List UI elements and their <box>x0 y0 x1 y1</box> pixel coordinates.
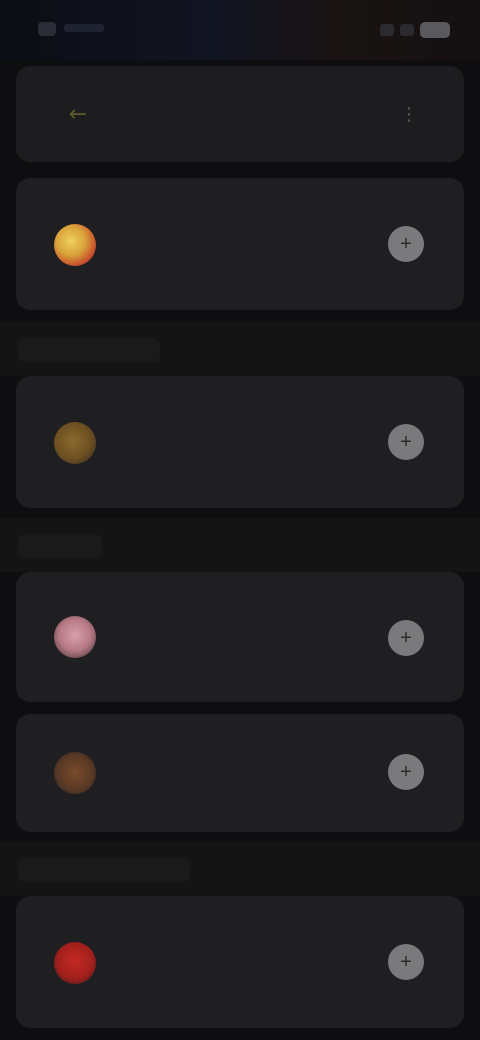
list-item[interactable]: + <box>16 714 464 832</box>
app-icon-brown <box>54 422 96 464</box>
add-button[interactable]: + <box>388 226 424 262</box>
add-button[interactable]: + <box>388 944 424 980</box>
section-header <box>18 534 102 558</box>
list-item[interactable]: + <box>16 572 464 702</box>
battery-icon <box>420 22 450 38</box>
app-icon-yellow-orange <box>54 224 96 266</box>
app-icon-pink <box>54 616 96 658</box>
more-options-icon[interactable]: ⋮ <box>398 104 420 126</box>
status-bar <box>0 0 480 60</box>
add-button[interactable]: + <box>388 424 424 460</box>
status-right-icons <box>380 22 450 38</box>
list-item[interactable]: + <box>16 376 464 508</box>
app-icon-red <box>54 942 96 984</box>
add-button[interactable]: + <box>388 754 424 790</box>
section-header <box>18 858 190 882</box>
section-header <box>18 338 160 362</box>
signal-icon <box>380 24 394 36</box>
list-item[interactable]: + <box>16 896 464 1028</box>
list-item[interactable]: + <box>16 178 464 310</box>
header-bar: ← ⋮ <box>16 66 464 162</box>
app-icon-dark-orange <box>54 752 96 794</box>
status-left-text <box>64 24 104 32</box>
add-button[interactable]: + <box>388 620 424 656</box>
page-title <box>196 100 316 124</box>
back-icon[interactable]: ← <box>64 104 92 126</box>
status-left-icon <box>38 22 56 36</box>
wifi-icon <box>400 24 414 36</box>
